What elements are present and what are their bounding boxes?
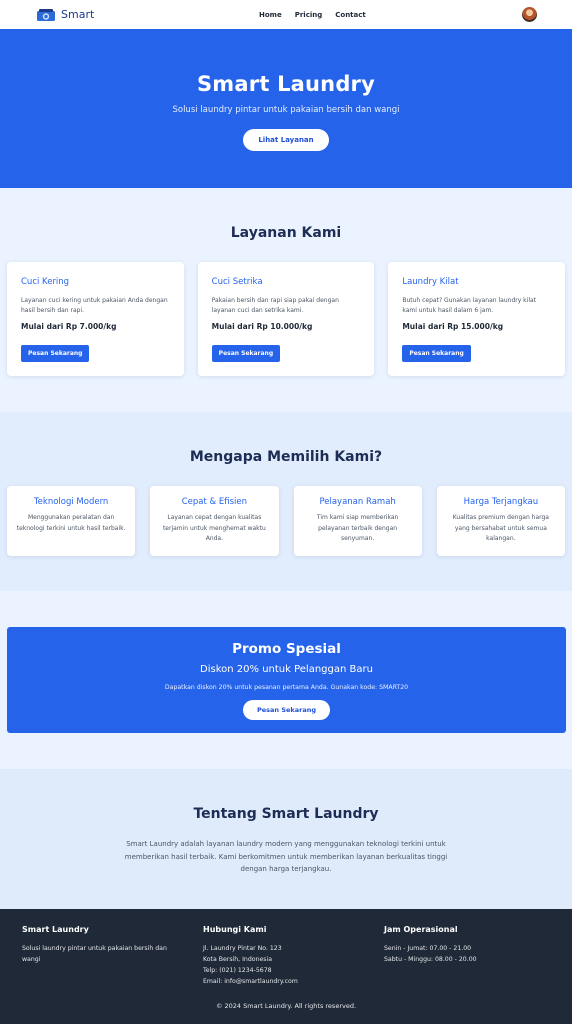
- promo-subtitle: Diskon 20% untuk Pelanggan Baru: [200, 664, 373, 675]
- promo-order-button[interactable]: Pesan Sekarang: [243, 700, 330, 720]
- features-grid: Teknologi Modern Menggunakan peralatan d…: [0, 486, 572, 556]
- footer: Smart Laundry Solusi laundry pintar untu…: [0, 909, 572, 1024]
- feature-name: Harga Terjangkau: [463, 497, 539, 507]
- service-name: Laundry Kilat: [402, 277, 459, 287]
- promo-banner: Promo Spesial Diskon 20% untuk Pelanggan…: [7, 627, 566, 733]
- service-card: Cuci Setrika Pakaian bersih dan rapi sia…: [197, 262, 375, 376]
- user-avatar[interactable]: [522, 7, 537, 22]
- about-section: Tentang Smart Laundry Smart Laundry adal…: [0, 769, 572, 909]
- service-price: Mulai dari Rp 7.000/kg: [21, 322, 117, 331]
- laundry-logo-icon: [37, 8, 55, 21]
- hero-title: Smart Laundry: [196, 72, 375, 96]
- nav-link-pricing[interactable]: Pricing: [295, 11, 323, 19]
- promo-description: Dapatkan diskon 20% untuk pesanan pertam…: [164, 684, 409, 691]
- brand[interactable]: Smart: [36, 8, 94, 22]
- service-description: Pakaian bersih dan rapi siap pakai denga…: [211, 297, 339, 314]
- feature-card: Harga Terjangkau Kualitas premium dengan…: [436, 486, 565, 556]
- about-text: Smart Laundry adalah layanan laundry mod…: [124, 840, 448, 873]
- footer-about-title: Smart Laundry: [22, 925, 89, 934]
- footer-contact: Hubungi Kami Jl. Laundry Pintar No. 123 …: [203, 925, 384, 987]
- services-grid: Cuci Kering Layanan cuci kering untuk pa…: [0, 262, 572, 376]
- footer-hours: Jam Operasional Senin - Jumat: 07.00 - 2…: [384, 925, 565, 987]
- view-services-button[interactable]: Lihat Layanan: [243, 129, 329, 151]
- nav-link-contact[interactable]: Contact: [335, 11, 366, 19]
- hours-weekdays: Senin - Jumat: 07.00 - 21.00: [384, 945, 472, 952]
- footer-columns: Smart Laundry Solusi laundry pintar untu…: [0, 909, 572, 987]
- nav-links: Home Pricing Contact: [259, 0, 366, 29]
- contact-list: Jl. Laundry Pintar No. 123 Kota Bersih, …: [203, 943, 384, 987]
- brand-name: Smart: [61, 8, 95, 21]
- why-us-title: Mengapa Memilih Kami?: [189, 449, 383, 465]
- service-name: Cuci Setrika: [211, 277, 263, 287]
- copyright: © 2024 Smart Laundry. All rights reserve…: [215, 1002, 357, 1010]
- service-price: Mulai dari Rp 10.000/kg: [211, 322, 313, 331]
- feature-description: Layanan cepat dengan kualitas terjamin u…: [162, 514, 266, 542]
- service-card: Cuci Kering Layanan cuci kering untuk pa…: [7, 262, 184, 376]
- feature-description: Menggunakan peralatan dan teknologi terk…: [16, 514, 126, 532]
- hero-section: Smart Laundry Solusi laundry pintar untu…: [0, 29, 572, 188]
- navbar: Smart Home Pricing Contact: [0, 0, 572, 29]
- hours-weekend: Sabtu - Minggu: 08.00 - 20.00: [384, 956, 477, 963]
- footer-about-text: Solusi laundry pintar untuk pakaian bers…: [22, 945, 167, 963]
- contact-phone[interactable]: Telp: (021) 1234-5678: [203, 965, 384, 976]
- feature-card: Cepat & Efisien Layanan cepat dengan kua…: [150, 486, 279, 556]
- why-us-section: Mengapa Memilih Kami? Teknologi Modern M…: [0, 412, 572, 591]
- about-title: Tentang Smart Laundry: [193, 806, 379, 822]
- footer-about: Smart Laundry Solusi laundry pintar untu…: [22, 925, 203, 987]
- order-now-button[interactable]: Pesan Sekarang: [211, 345, 281, 362]
- contact-email[interactable]: Email: info@smartlaundry.com: [203, 976, 384, 987]
- footer-hours-title: Jam Operasional: [384, 925, 458, 934]
- hours-list: Senin - Jumat: 07.00 - 21.00 Sabtu - Min…: [384, 943, 565, 965]
- feature-description: Kualitas premium dengan harga yang bersa…: [452, 514, 549, 542]
- feature-name: Cepat & Efisien: [181, 497, 247, 507]
- service-card: Laundry Kilat Butuh cepat? Gunakan layan…: [388, 262, 566, 376]
- service-price: Mulai dari Rp 15.000/kg: [402, 322, 504, 331]
- feature-card: Teknologi Modern Menggunakan peralatan d…: [7, 486, 136, 556]
- feature-card: Pelayanan Ramah Tim kami siap memberikan…: [293, 486, 422, 556]
- order-now-button[interactable]: Pesan Sekarang: [21, 345, 90, 362]
- promo-title: Promo Spesial: [232, 641, 341, 657]
- feature-description: Tim kami siap memberikan pelayanan terba…: [316, 514, 399, 542]
- services-section: Layanan Kami Cuci Kering Layanan cuci ke…: [0, 188, 572, 412]
- feature-name: Teknologi Modern: [33, 497, 109, 507]
- promo-section: Promo Spesial Diskon 20% untuk Pelanggan…: [0, 591, 572, 769]
- contact-address: Jl. Laundry Pintar No. 123: [203, 945, 282, 952]
- nav-link-home[interactable]: Home: [259, 11, 282, 19]
- service-description: Butuh cepat? Gunakan layanan laundry kil…: [402, 297, 537, 314]
- service-description: Layanan cuci kering untuk pakaian Anda d…: [21, 297, 168, 314]
- feature-name: Pelayanan Ramah: [319, 497, 396, 507]
- hero-subtitle: Solusi laundry pintar untuk pakaian bers…: [172, 105, 400, 115]
- order-now-button[interactable]: Pesan Sekarang: [402, 345, 471, 362]
- services-title: Layanan Kami: [230, 225, 342, 241]
- contact-city: Kota Bersih, Indonesia: [203, 956, 273, 963]
- footer-contact-title: Hubungi Kami: [203, 925, 267, 934]
- service-name: Cuci Kering: [21, 277, 70, 287]
